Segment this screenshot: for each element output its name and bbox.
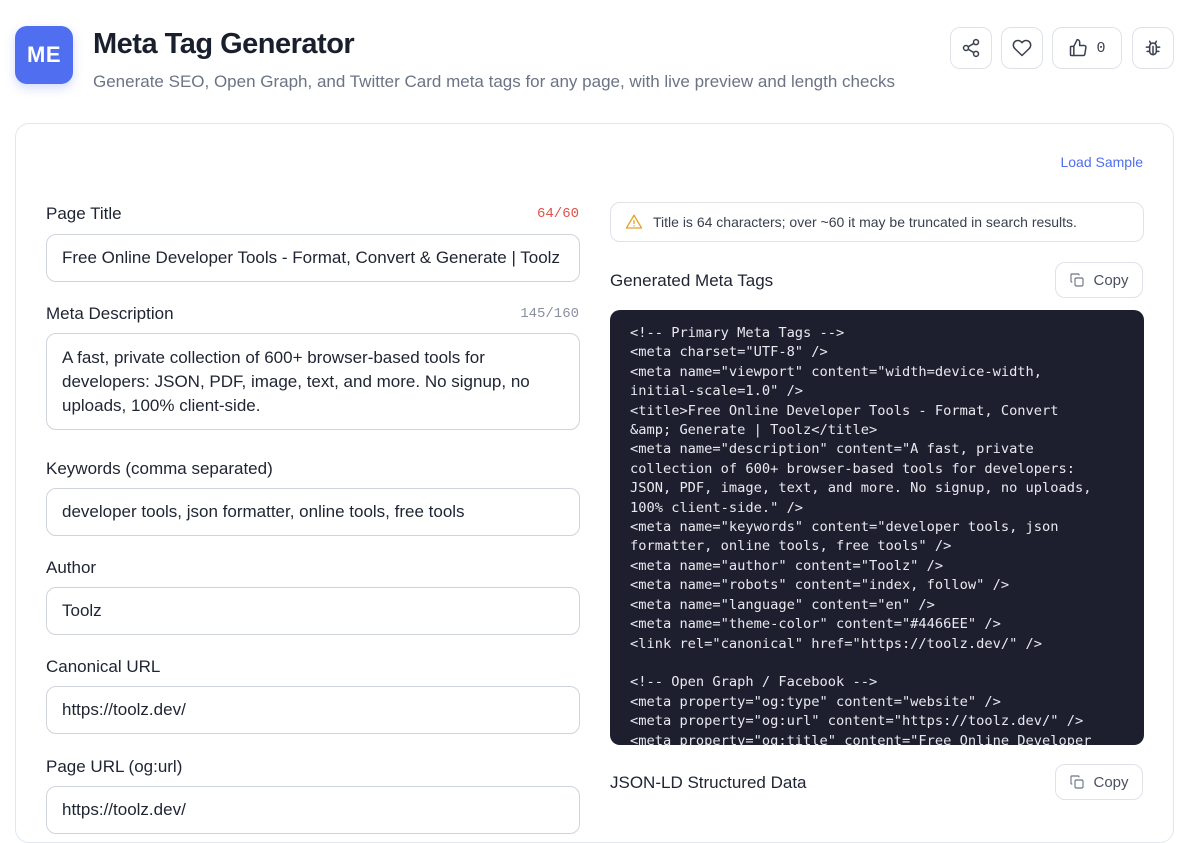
copy-label: Copy — [1093, 271, 1129, 289]
favorite-button[interactable] — [1001, 27, 1043, 69]
report-bug-button[interactable] — [1132, 27, 1174, 69]
generated-code-block[interactable]: <!-- Primary Meta Tags --> <meta charset… — [610, 310, 1144, 745]
warning-text: Title is 64 characters; over ~60 it may … — [653, 214, 1077, 230]
page-subtitle: Generate SEO, Open Graph, and Twitter Ca… — [93, 72, 895, 91]
copy-icon — [1070, 775, 1085, 789]
title-length-warning: Title is 64 characters; over ~60 it may … — [610, 202, 1144, 242]
page-title: Meta Tag Generator — [93, 28, 355, 60]
keywords-input[interactable]: developer tools, json formatter, online … — [46, 488, 580, 536]
canonical-url-input[interactable]: https://toolz.dev/ — [46, 686, 580, 734]
author-label: Author — [46, 558, 97, 577]
meta-description-count: 145/160 — [520, 306, 579, 322]
page-header: ME Meta Tag Generator Generate SEO, Open… — [0, 0, 1200, 110]
load-sample-link[interactable]: Load Sample — [1060, 154, 1143, 170]
warning-icon — [625, 214, 643, 229]
page-title-label: Page Title — [46, 204, 122, 223]
share-icon — [962, 38, 980, 58]
copy-label: Copy — [1093, 773, 1129, 791]
generator-card: Load Sample Page Title 64/60 Free Online… — [15, 123, 1174, 843]
app-logo: ME — [15, 26, 73, 84]
canonical-url-label: Canonical URL — [46, 657, 161, 676]
author-input[interactable]: Toolz — [46, 587, 580, 635]
generated-meta-tags-heading: Generated Meta Tags — [610, 271, 774, 290]
heart-icon — [1012, 39, 1032, 57]
copy-meta-tags-button[interactable]: Copy — [1055, 262, 1143, 298]
generated-code-text: <!-- Primary Meta Tags --> <meta charset… — [630, 325, 1092, 745]
copy-jsonld-button[interactable]: Copy — [1055, 764, 1143, 800]
keywords-label: Keywords (comma separated) — [46, 459, 273, 478]
bug-icon — [1145, 40, 1161, 56]
page-title-input[interactable]: Free Online Developer Tools - Format, Co… — [46, 234, 580, 282]
thumbs-up-icon — [1070, 38, 1088, 57]
copy-icon — [1070, 273, 1085, 287]
meta-description-label: Meta Description — [46, 304, 174, 323]
meta-description-textarea[interactable]: A fast, private collection of 600+ brows… — [46, 333, 580, 430]
page-url-input[interactable]: https://toolz.dev/ — [46, 786, 580, 834]
page-title-count: 64/60 — [536, 206, 579, 222]
share-button[interactable] — [950, 27, 992, 69]
like-button[interactable]: 0 — [1052, 27, 1122, 69]
like-count: 0 — [1096, 39, 1106, 57]
page-url-label: Page URL (og:url) — [46, 757, 183, 776]
jsonld-heading: JSON-LD Structured Data — [610, 773, 807, 792]
